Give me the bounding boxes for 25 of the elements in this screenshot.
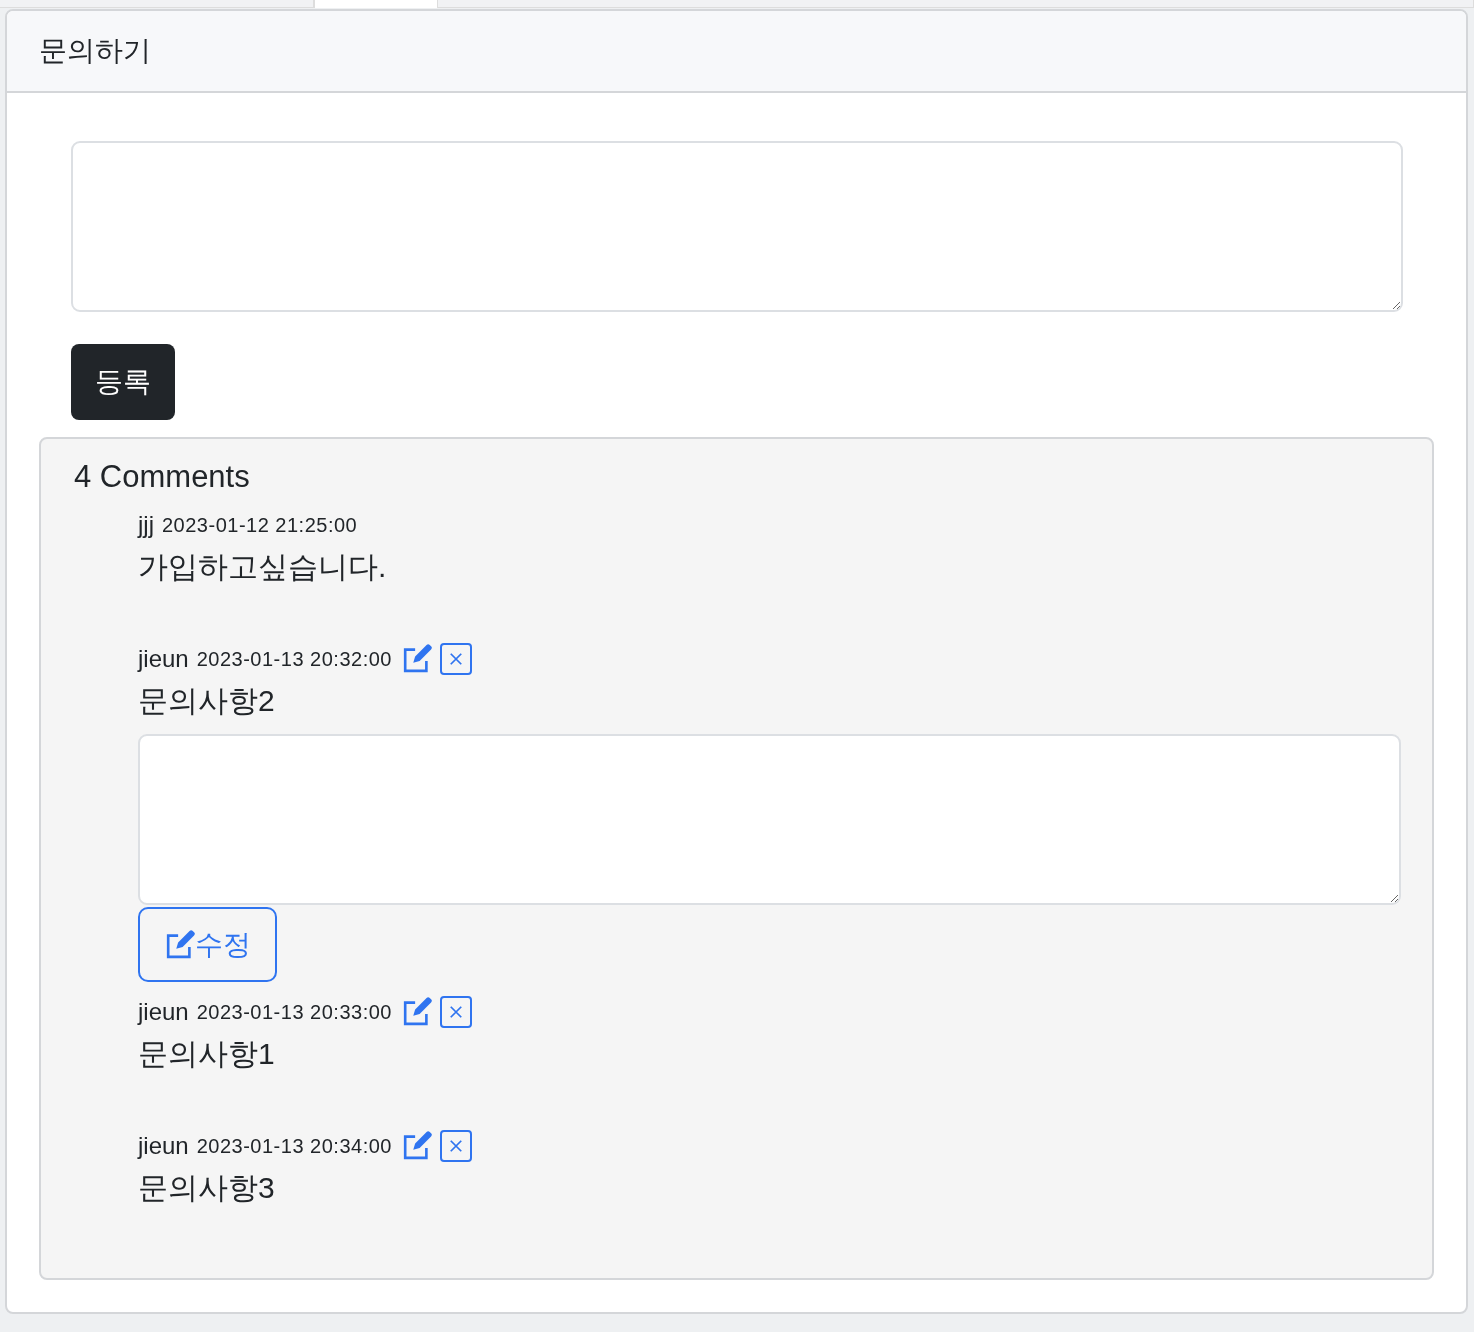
edit-icon[interactable] — [164, 929, 195, 960]
edit-icon[interactable] — [401, 644, 432, 674]
comment-author: jieun — [138, 1132, 189, 1160]
close-icon[interactable] — [439, 643, 472, 675]
comment-date: 2023-01-13 20:33:00 — [196, 1000, 392, 1024]
submit-button[interactable]: 등록 — [71, 344, 175, 420]
comment-date: 2023-01-13 20:32:00 — [196, 647, 392, 671]
comment-text: 가입하고싶습니다. — [138, 549, 388, 585]
edit-icon[interactable] — [401, 1131, 432, 1161]
edit-input-field[interactable] — [138, 734, 1401, 905]
edit-button[interactable]: 수정 — [138, 907, 277, 982]
inquiry-input-field[interactable] — [71, 141, 1403, 312]
close-icon[interactable] — [439, 996, 472, 1028]
edit-icon[interactable] — [401, 997, 432, 1027]
comment-author: jjj — [138, 511, 154, 539]
comment-date: 2023-01-13 20:34:00 — [196, 1134, 392, 1158]
card-title: 문의하기 — [39, 34, 151, 68]
comment-text: 문의사항2 — [138, 683, 276, 719]
comment-text: 문의사항3 — [138, 1170, 276, 1206]
comment-text: 문의사항1 — [138, 1036, 276, 1072]
comment-author: jieun — [138, 645, 189, 673]
comment-date: 2023-01-12 21:25:00 — [162, 513, 358, 537]
comments-count: 4 Comments — [74, 459, 251, 495]
comment-author: jieun — [138, 998, 189, 1026]
close-icon[interactable] — [439, 1130, 472, 1162]
